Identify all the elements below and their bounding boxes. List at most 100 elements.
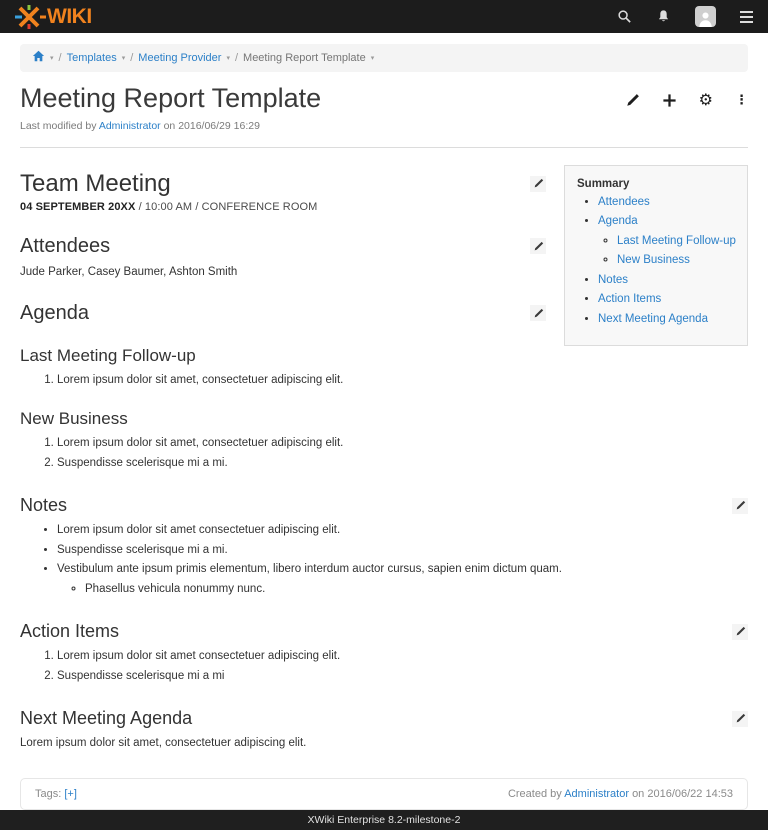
list-item: Lorem ipsum dolor sit amet, consectetuer… xyxy=(57,436,748,452)
new-business-list: Lorem ipsum dolor sit amet, consectetuer… xyxy=(20,436,748,471)
user-avatar xyxy=(695,6,716,27)
xwiki-asterisk-icon xyxy=(15,4,46,30)
summary-link-next-meeting-agenda[interactable]: Next Meeting Agenda xyxy=(598,313,708,325)
user-menu-button[interactable] xyxy=(695,6,716,27)
list-item: Lorem ipsum dolor sit amet, consectetuer… xyxy=(57,373,748,389)
breadcrumb-caret[interactable]: ▾ xyxy=(226,52,230,65)
new-business-heading: New Business xyxy=(20,409,748,429)
next-meeting-agenda-text: Lorem ipsum dolor sit amet, consectetuer… xyxy=(20,735,748,751)
attendees-heading: Attendees xyxy=(20,235,546,258)
edit-section-button[interactable] xyxy=(530,176,546,192)
summary-list: Attendees Agenda Last Meeting Follow-up … xyxy=(577,195,737,328)
list-item: Suspendisse scelerisque mi a mi. xyxy=(57,456,748,472)
navbar-icons xyxy=(617,6,753,27)
pencil-icon xyxy=(533,241,544,252)
page-actions: ⚙ ⋮ xyxy=(625,92,748,108)
edit-section-button[interactable] xyxy=(732,498,748,514)
edit-section-button[interactable] xyxy=(732,711,748,727)
summary-link-agenda[interactable]: Agenda xyxy=(598,215,638,227)
home-icon xyxy=(32,50,45,62)
list-item: Lorem ipsum dolor sit amet consectetuer … xyxy=(57,523,748,539)
breadcrumb-separator: / xyxy=(59,52,62,65)
person-icon xyxy=(697,10,714,27)
meeting-time-location: / 10:00 AM / CONFERENCE ROOM xyxy=(135,201,317,213)
doc-title-heading: Team Meeting xyxy=(20,170,546,198)
summary-link-action-items[interactable]: Action Items xyxy=(598,293,661,305)
breadcrumb: ▾ / Templates ▾ / Meeting Provider ▾ / M… xyxy=(20,44,748,72)
created-user-link[interactable]: Administrator xyxy=(564,788,629,800)
summary-item: Notes xyxy=(598,273,737,289)
created-line: Created by Administrator on 2016/06/22 1… xyxy=(508,788,733,800)
list-item: Suspendisse scelerisque mi a mi. xyxy=(57,543,748,559)
next-meeting-agenda-heading: Next Meeting Agenda xyxy=(20,708,748,729)
summary-item: Action Items xyxy=(598,292,737,308)
notes-heading: Notes xyxy=(20,495,748,516)
pencil-icon xyxy=(735,713,746,724)
breadcrumb-item-meeting-provider[interactable]: Meeting Provider xyxy=(138,52,221,65)
document-content: Summary Attendees Agenda Last Meeting Fo… xyxy=(0,148,768,752)
xwiki-logo[interactable]: WIKI xyxy=(15,4,92,30)
summary-title: Summary xyxy=(577,178,737,190)
page-title: Meeting Report Template xyxy=(20,84,321,114)
breadcrumb-separator: / xyxy=(130,52,133,65)
summary-item: New Business xyxy=(617,253,737,269)
gear-icon: ⚙ xyxy=(699,92,713,108)
summary-item: Attendees xyxy=(598,195,737,211)
breadcrumb-separator: / xyxy=(235,52,238,65)
summary-panel: Summary Attendees Agenda Last Meeting Fo… xyxy=(564,165,748,347)
breadcrumb-home-link[interactable] xyxy=(32,50,45,66)
brand-text: WIKI xyxy=(47,6,92,27)
breadcrumb-caret[interactable]: ▾ xyxy=(371,52,375,65)
notes-sublist: Phasellus vehicula nonummy nunc. xyxy=(57,582,748,598)
breadcrumb-item-current: Meeting Report Template xyxy=(243,52,366,65)
meeting-date: 04 SEPTEMBER 20XX xyxy=(20,201,135,213)
top-navbar: WIKI xyxy=(0,0,768,33)
edit-section-button[interactable] xyxy=(530,305,546,321)
summary-item: Next Meeting Agenda xyxy=(598,312,737,328)
list-item: Suspendisse scelerisque mi a mi xyxy=(57,669,748,685)
last-meeting-follow-up-heading: Last Meeting Follow-up xyxy=(20,346,546,366)
search-icon xyxy=(617,9,632,24)
settings-button[interactable]: ⚙ xyxy=(699,92,713,108)
last-meeting-list: Lorem ipsum dolor sit amet, consectetuer… xyxy=(20,373,748,389)
plus-icon xyxy=(662,93,677,108)
summary-link-last-meeting-follow-up[interactable]: Last Meeting Follow-up xyxy=(617,235,736,247)
search-button[interactable] xyxy=(617,9,632,24)
edit-button[interactable] xyxy=(625,93,640,108)
breadcrumb-item-templates[interactable]: Templates xyxy=(67,52,117,65)
created-prefix: Created by xyxy=(508,788,562,800)
summary-link-notes[interactable]: Notes xyxy=(598,274,628,286)
last-modified-line: Last modified by Administrator on 2016/0… xyxy=(20,120,748,132)
notifications-button[interactable] xyxy=(656,9,671,24)
list-item: Lorem ipsum dolor sit amet consectetuer … xyxy=(57,649,748,665)
add-tag-button[interactable]: [+] xyxy=(64,788,77,800)
doc-title: Team Meeting xyxy=(20,170,171,198)
summary-link-new-business[interactable]: New Business xyxy=(617,254,690,266)
edit-section-button[interactable] xyxy=(530,238,546,254)
drawer-menu-icon xyxy=(740,11,753,13)
created-suffix: on 2016/06/22 14:53 xyxy=(632,788,733,800)
notes-list: Lorem ipsum dolor sit amet consectetuer … xyxy=(20,523,748,597)
breadcrumb-home-caret[interactable]: ▾ xyxy=(50,52,54,65)
document-footer: Tags: [+] Created by Administrator on 20… xyxy=(20,778,748,810)
page-header: Meeting Report Template ⚙ ⋮ Last modifi xyxy=(0,72,768,132)
bell-icon xyxy=(656,9,671,24)
summary-sublist: Last Meeting Follow-up New Business xyxy=(598,234,737,269)
create-button[interactable] xyxy=(662,93,677,108)
tags-area: Tags: [+] xyxy=(35,788,77,800)
pencil-icon xyxy=(625,93,640,108)
modified-suffix: on 2016/06/29 16:29 xyxy=(164,120,260,132)
pencil-icon xyxy=(533,308,544,319)
breadcrumb-caret[interactable]: ▾ xyxy=(122,52,126,65)
drawer-menu-button[interactable] xyxy=(740,11,753,23)
summary-item: Agenda Last Meeting Follow-up New Busine… xyxy=(598,214,737,269)
summary-item: Last Meeting Follow-up xyxy=(617,234,737,250)
modified-user-link[interactable]: Administrator xyxy=(99,120,161,132)
summary-link-attendees[interactable]: Attendees xyxy=(598,196,650,208)
pencil-icon xyxy=(735,500,746,511)
agenda-heading: Agenda xyxy=(20,302,546,325)
edit-section-button[interactable] xyxy=(732,624,748,640)
version-bar: XWiki Enterprise 8.2-milestone-2 xyxy=(0,810,768,830)
pencil-icon xyxy=(735,626,746,637)
more-actions-button[interactable]: ⋮ xyxy=(735,94,748,107)
